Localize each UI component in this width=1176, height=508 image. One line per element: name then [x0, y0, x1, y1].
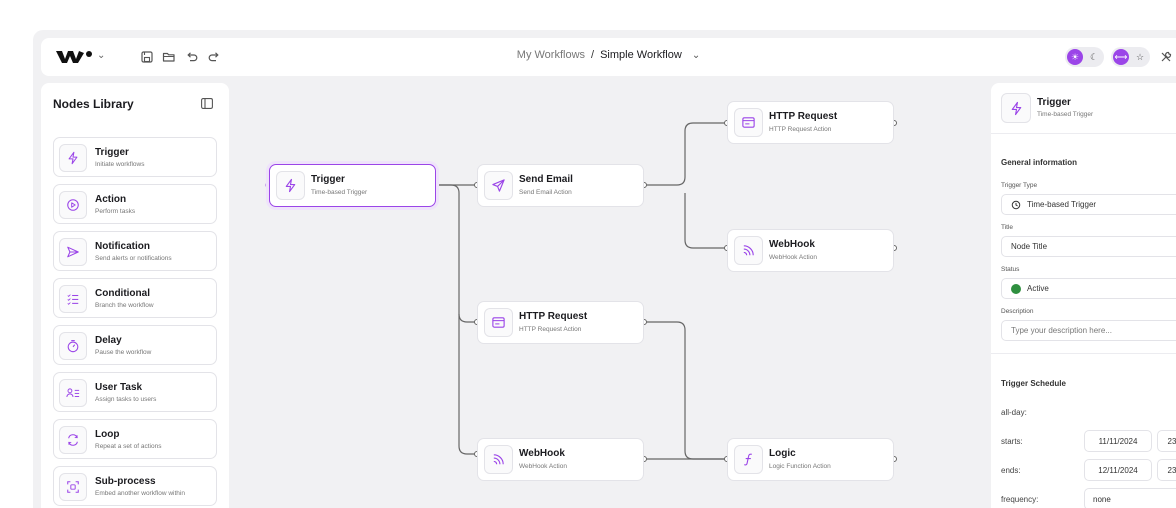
title-input-value: Node Title [1011, 242, 1048, 251]
rss-icon [734, 236, 763, 265]
starts-label: starts: [1001, 437, 1023, 446]
node-subtitle: Time-based Trigger [311, 189, 368, 196]
send-icon [484, 171, 513, 200]
node-title: HTTP Request [769, 111, 838, 122]
divider [991, 353, 1176, 354]
frequency-label: frequency: [1001, 495, 1039, 504]
panel-title: Trigger [1037, 97, 1071, 108]
bolt-icon [276, 171, 305, 200]
node-subtitle: WebHook Action [519, 463, 567, 470]
node-http-request-1[interactable]: HTTP Request HTTP Request Action [727, 101, 894, 144]
node-webhook-1[interactable]: WebHook WebHook Action [727, 229, 894, 272]
divider [991, 133, 1176, 134]
function-icon [734, 445, 763, 474]
status-label: Status [1001, 266, 1020, 273]
node-subtitle: HTTP Request Action [769, 126, 832, 133]
node-title: Logic [769, 448, 796, 459]
node-title: Trigger [311, 174, 345, 185]
ends-time-input[interactable]: 23 [1157, 459, 1176, 481]
description-placeholder: Type your description here... [1011, 326, 1112, 335]
app-window: ⌄ My Workflows / Simple Workflow ⌄ ☀ ☾ ⟷ ☆ … [33, 30, 1176, 508]
node-send-email[interactable]: Send Email Send Email Action [477, 164, 644, 207]
starts-time-input[interactable]: 23 [1157, 430, 1176, 452]
bolt-icon [1001, 93, 1031, 123]
node-http-request-2[interactable]: HTTP Request HTTP Request Action [477, 301, 644, 344]
node-subtitle: HTTP Request Action [519, 326, 582, 333]
trigger-type-select[interactable]: Time-based Trigger [1001, 194, 1176, 215]
all-day-label: all-day: [1001, 408, 1027, 417]
window-icon [484, 308, 513, 337]
title-input[interactable]: Node Title [1001, 236, 1176, 257]
node-subtitle: WebHook Action [769, 254, 817, 261]
node-title: HTTP Request [519, 311, 588, 322]
status-select[interactable]: Active [1001, 278, 1176, 299]
status-dot [1011, 283, 1021, 294]
title-label: Title [1001, 224, 1014, 231]
window-icon [734, 108, 763, 137]
trigger-type-label: Trigger Type [1001, 182, 1038, 189]
frequency-select[interactable]: none [1084, 488, 1176, 508]
starts-date-input[interactable]: 11/11/2024 [1084, 430, 1152, 452]
node-title: Send Email [519, 174, 573, 185]
clock-icon [1011, 200, 1021, 209]
node-trigger[interactable]: Trigger Time-based Trigger [269, 164, 436, 207]
ends-date-input[interactable]: 12/11/2024 [1084, 459, 1152, 481]
node-subtitle: Send Email Action [519, 189, 572, 196]
description-input[interactable]: Type your description here... [1001, 320, 1176, 341]
node-subtitle: Logic Function Action [769, 463, 831, 470]
description-label: Description [1001, 308, 1034, 315]
node-webhook-2[interactable]: WebHook WebHook Action [477, 438, 644, 481]
properties-panel: Trigger Time-based Trigger General infor… [991, 83, 1176, 508]
trigger-type-value: Time-based Trigger [1027, 200, 1097, 209]
general-info-heading: General information [1001, 158, 1078, 167]
node-title: WebHook [769, 239, 815, 250]
node-title: WebHook [519, 448, 565, 459]
panel-subtitle: Time-based Trigger [1037, 111, 1094, 118]
status-value: Active [1027, 284, 1049, 293]
node-logic[interactable]: Logic Logic Function Action [727, 438, 894, 481]
trigger-schedule-heading: Trigger Schedule [1001, 379, 1066, 388]
ends-label: ends: [1001, 466, 1021, 475]
rss-icon [484, 445, 513, 474]
